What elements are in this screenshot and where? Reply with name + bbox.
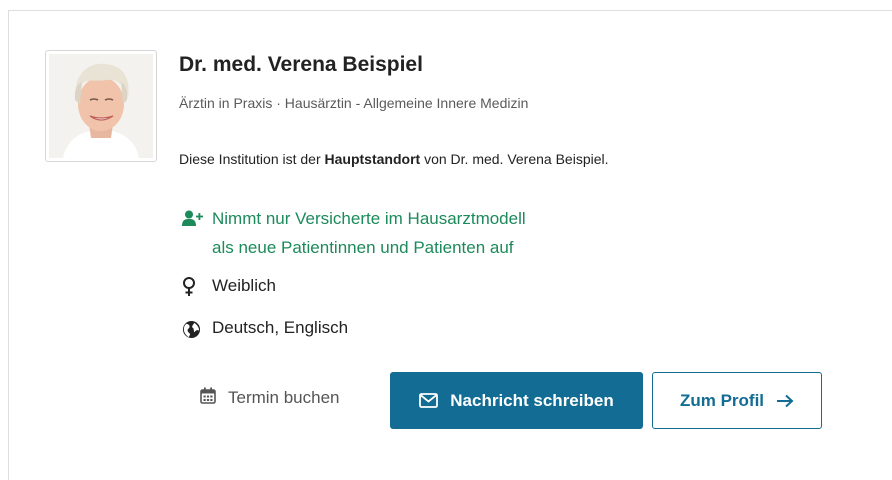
view-profile-button[interactable]: Zum Profil [652,372,822,429]
languages-info: Deutsch, Englisch [182,318,348,340]
user-plus-icon [182,207,212,229]
portrait-photo [49,54,153,158]
acceptance-line-2: als neue Patientinnen und Patienten auf [212,238,514,257]
avatar [45,50,157,162]
book-appointment-label: Termin buchen [228,388,340,407]
write-message-label: Nachricht schreiben [450,390,614,410]
institution-note: Diese Institution ist der Hauptstandort … [179,151,609,167]
female-icon [182,276,212,298]
arrow-right-icon [776,394,794,408]
gender-info: Weiblich [182,276,276,298]
languages-label: Deutsch, Englisch [212,318,349,337]
envelope-icon [419,393,439,408]
acceptance-info: Nimmt nur Versicherte im Hausarztmodell … [182,204,526,262]
doctor-name: Dr. med. Verena Beispiel [179,53,423,76]
view-profile-label: Zum Profil [679,390,765,410]
institution-suffix: von Dr. med. Verena Beispiel. [420,151,609,167]
book-appointment-button[interactable]: Termin buchen [200,387,340,409]
gender-label: Weiblich [212,276,276,295]
acceptance-line-1: Nimmt nur Versicherte im Hausarztmodell [212,209,526,228]
doctor-specialty: Ärztin in Praxis · Hausärztin - Allgemei… [179,95,529,111]
institution-prefix: Diese Institution ist der [179,151,325,167]
calendar-icon [200,387,216,409]
acceptance-text: Nimmt nur Versicherte im Hausarztmodell … [212,204,526,262]
globe-icon [182,318,212,340]
write-message-button[interactable]: Nachricht schreiben [390,372,643,429]
institution-bold: Hauptstandort [324,151,421,167]
